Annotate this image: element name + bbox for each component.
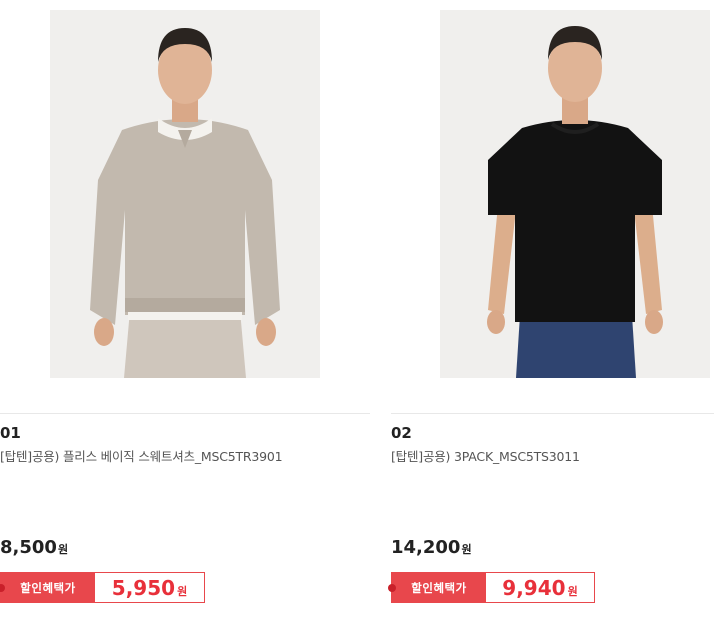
discount-price: 5,950 원 [95,573,204,602]
discount-label: 할인혜택가 [388,573,486,602]
discount-price: 9,940 원 [486,573,594,602]
model-tshirt-image [440,10,710,378]
product-price: 14,200원 [391,537,472,558]
dot-icon [0,584,5,592]
discount-price-value: 9,940 [502,575,566,600]
divider [0,413,370,414]
product-rank: 02 [391,424,412,442]
product-image[interactable] [50,10,320,378]
discount-price-unit: 원 [177,584,188,598]
product-name[interactable]: [탑텐]공용) 플리스 베이직 스웨트셔츠_MSC5TR3901 [0,446,283,465]
model-sweatshirt-image [50,10,320,378]
discount-label-text: 할인혜택가 [20,580,76,595]
price-value: 8,500 [0,537,57,558]
product-price: 8,500원 [0,537,68,558]
product-rank: 01 [0,424,21,442]
divider [391,413,714,414]
discount-price-value: 5,950 [111,575,176,600]
discount-label: 할인혜택가 [0,573,95,602]
discount-label-text: 할인혜택가 [411,580,467,595]
product-name[interactable]: [탑텐]공용) 3PACK_MSC5TS3011 [391,446,580,465]
discount-price-box: 할인혜택가 9,940 원 [388,572,595,603]
price-unit: 원 [461,543,472,556]
discount-price-unit: 원 [567,584,578,598]
price-unit: 원 [57,543,69,556]
discount-price-box: 할인혜택가 5,950 원 [0,572,205,603]
product-image[interactable] [440,10,710,378]
dot-icon [388,584,396,592]
price-value: 14,200 [391,537,461,558]
